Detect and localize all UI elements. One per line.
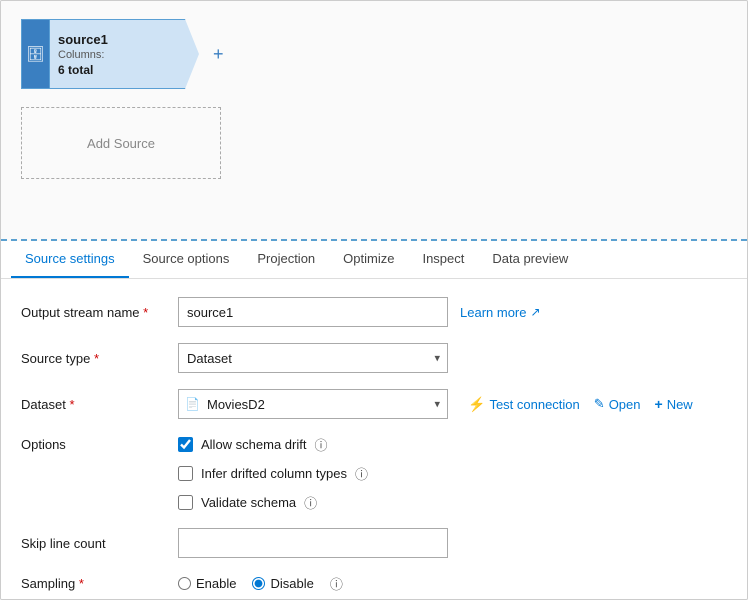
sampling-disable-option[interactable]: Disable bbox=[252, 576, 313, 591]
node-left-bar: 🗄 bbox=[21, 19, 49, 89]
options-checkboxes: Allow schema drift ⓘ Infer drifted colum… bbox=[178, 435, 368, 512]
validate-schema-row: Validate schema ⓘ bbox=[178, 493, 368, 512]
tab-source-settings[interactable]: Source settings bbox=[11, 241, 129, 278]
node-container: 🗄 source1 Columns: 6 total + bbox=[21, 19, 727, 89]
options-label: Options bbox=[21, 435, 166, 452]
source-type-select-wrapper: Dataset Inline ▾ bbox=[178, 343, 448, 373]
tabs-container: Source settings Source options Projectio… bbox=[1, 241, 747, 279]
skip-line-count-row: Skip line count bbox=[21, 528, 727, 558]
open-button[interactable]: ✎ Open bbox=[594, 396, 641, 412]
source-type-row: Source type * Dataset Inline ▾ bbox=[21, 343, 727, 373]
validate-schema-label: Validate schema bbox=[201, 495, 296, 510]
sampling-required: * bbox=[79, 576, 84, 591]
sampling-radio-group: Enable Disable ⓘ bbox=[178, 574, 343, 593]
node-columns-count: 6 total bbox=[58, 63, 108, 77]
options-row: Options Allow schema drift ⓘ Infer drift… bbox=[21, 435, 727, 512]
tab-inspect[interactable]: Inspect bbox=[408, 241, 478, 278]
test-connection-icon: ⚡ bbox=[468, 396, 485, 413]
source-type-label: Source type * bbox=[21, 351, 166, 366]
add-source-box[interactable]: Add Source bbox=[21, 107, 221, 179]
tab-data-preview[interactable]: Data preview bbox=[478, 241, 582, 278]
learn-more-link[interactable]: Learn more ↗ bbox=[460, 305, 541, 320]
sampling-enable-option[interactable]: Enable bbox=[178, 576, 236, 591]
allow-schema-drift-info-icon[interactable]: ⓘ bbox=[314, 435, 327, 454]
node-dataset-icon: 🗄 bbox=[26, 45, 45, 63]
allow-schema-drift-checkbox[interactable] bbox=[178, 437, 193, 452]
validate-schema-info-icon[interactable]: ⓘ bbox=[304, 493, 317, 512]
output-stream-label: Output stream name * bbox=[21, 305, 166, 320]
dataset-required: * bbox=[69, 397, 74, 412]
tab-source-options[interactable]: Source options bbox=[129, 241, 244, 278]
source-node[interactable]: 🗄 source1 Columns: 6 total bbox=[21, 19, 199, 89]
output-stream-row: Output stream name * Learn more ↗ bbox=[21, 297, 727, 327]
infer-drifted-info-icon[interactable]: ⓘ bbox=[355, 464, 368, 483]
sampling-disable-radio[interactable] bbox=[252, 577, 265, 590]
sampling-label: Sampling * bbox=[21, 576, 166, 591]
infer-drifted-checkbox[interactable] bbox=[178, 466, 193, 481]
canvas-area: 🗄 source1 Columns: 6 total + Add Source bbox=[1, 1, 747, 241]
source-type-required: * bbox=[94, 351, 99, 366]
infer-drifted-label: Infer drifted column types bbox=[201, 466, 347, 481]
open-icon: ✎ bbox=[594, 396, 605, 412]
tab-projection[interactable]: Projection bbox=[243, 241, 329, 278]
dataset-label: Dataset * bbox=[21, 397, 166, 412]
new-button[interactable]: + New bbox=[655, 396, 693, 412]
test-connection-button[interactable]: ⚡ Test connection bbox=[468, 396, 580, 413]
infer-drifted-row: Infer drifted column types ⓘ bbox=[178, 464, 368, 483]
main-window: 🗄 source1 Columns: 6 total + Add Source … bbox=[0, 0, 748, 600]
skip-line-count-label: Skip line count bbox=[21, 536, 166, 551]
output-stream-input[interactable] bbox=[178, 297, 448, 327]
external-link-icon: ↗ bbox=[530, 305, 540, 319]
node-subtitle: Columns: bbox=[58, 49, 108, 61]
source-type-select[interactable]: Dataset Inline bbox=[178, 343, 448, 373]
allow-schema-drift-row: Allow schema drift ⓘ bbox=[178, 435, 368, 454]
sampling-row: Sampling * Enable Disable ⓘ bbox=[21, 574, 727, 593]
dataset-select-wrapper: 📄 MoviesD2 ▾ bbox=[178, 389, 448, 419]
dataset-row: Dataset * 📄 MoviesD2 ▾ ⚡ Test connection… bbox=[21, 389, 727, 419]
node-body: source1 Columns: 6 total bbox=[49, 19, 199, 89]
allow-schema-drift-label: Allow schema drift bbox=[201, 437, 306, 452]
node-title: source1 bbox=[58, 32, 108, 47]
dataset-select[interactable]: MoviesD2 bbox=[178, 389, 448, 419]
node-plus-button[interactable]: + bbox=[213, 44, 224, 65]
skip-line-count-input[interactable] bbox=[178, 528, 448, 558]
validate-schema-checkbox[interactable] bbox=[178, 495, 193, 510]
output-stream-required: * bbox=[143, 305, 148, 320]
sampling-info-icon[interactable]: ⓘ bbox=[330, 574, 343, 593]
node-info: source1 Columns: 6 total bbox=[58, 32, 108, 77]
tab-optimize[interactable]: Optimize bbox=[329, 241, 408, 278]
add-source-label: Add Source bbox=[87, 136, 155, 151]
new-plus-icon: + bbox=[655, 396, 663, 412]
sampling-enable-radio[interactable] bbox=[178, 577, 191, 590]
form-area: Output stream name * Learn more ↗ Source… bbox=[1, 279, 747, 599]
dataset-actions: ⚡ Test connection ✎ Open + New bbox=[468, 396, 693, 413]
